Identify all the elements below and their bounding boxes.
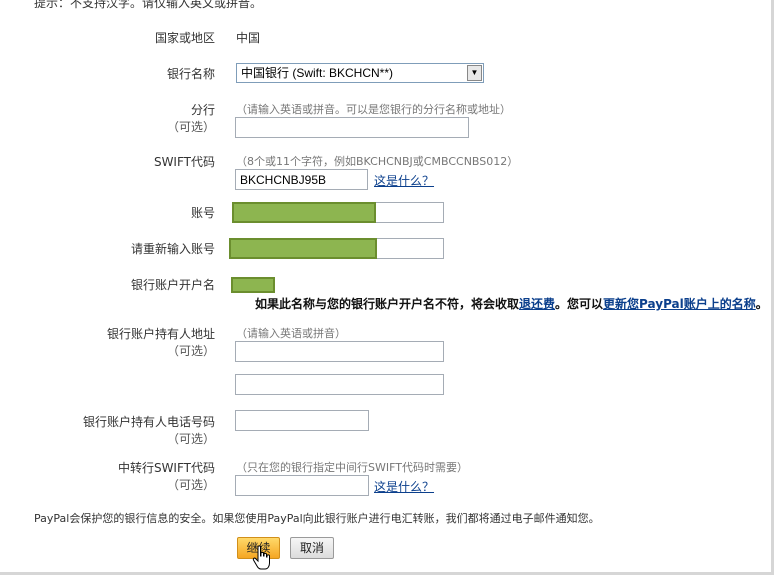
refund-fee-link[interactable]: 退还费 bbox=[519, 297, 555, 311]
branch-optional-label: （可选） bbox=[166, 120, 215, 134]
branch-hint: （请输入英语或拼音。可以是您银行的分行名称或地址） bbox=[236, 103, 511, 116]
warning-text-1: 如果此名称与您的银行账户开户名不符，将会收取 bbox=[255, 297, 520, 311]
swift-input[interactable] bbox=[235, 169, 368, 190]
branch-input[interactable] bbox=[235, 117, 469, 138]
intermediary-swift-hint: （只在您的银行指定中间行SWIFT代码时需要） bbox=[236, 461, 468, 474]
holder-address-line2-input[interactable] bbox=[235, 374, 444, 395]
hand-pointer-icon bbox=[252, 545, 270, 570]
holder-address-hint: （请输入英语或拼音） bbox=[236, 327, 346, 340]
bank-name-selected-value: 中国银行 (Swift: BKCHCN**) bbox=[241, 66, 394, 80]
branch-label: 分行 bbox=[190, 103, 215, 117]
country-label: 国家或地区 bbox=[154, 31, 215, 45]
holder-name-redaction bbox=[231, 277, 275, 293]
holder-phone-label: 银行账户持有人电话号码 bbox=[82, 415, 215, 429]
holder-address-optional-label: （可选） bbox=[166, 344, 215, 358]
security-note: PayPal会保护您的银行信息的安全。如果您使用PayPal向此银行账户进行电汇… bbox=[34, 512, 600, 525]
bank-name-select[interactable]: 中国银行 (Swift: BKCHCN**) ▼ bbox=[236, 63, 484, 83]
account-confirm-label: 请重新输入账号 bbox=[130, 242, 215, 256]
warning-text-3: 。 bbox=[755, 297, 768, 311]
intermediary-swift-input[interactable] bbox=[235, 475, 369, 496]
holder-name-warning: 如果此名称与您的银行账户开户名不符，将会收取退还费。您可以更新您PayPal账户… bbox=[255, 295, 768, 312]
chevron-down-icon[interactable]: ▼ bbox=[467, 65, 482, 81]
cancel-button[interactable]: 取消 bbox=[290, 537, 334, 559]
intermediary-swift-label: 中转行SWIFT代码 bbox=[117, 461, 215, 475]
intermediary-swift-optional-label: （可选） bbox=[166, 478, 215, 492]
holder-address-line1-input[interactable] bbox=[235, 341, 444, 362]
notice-text: 提示：不支持汉字。请仅输入英文或拼音。 bbox=[34, 0, 263, 10]
account-label: 账号 bbox=[190, 206, 215, 220]
account-redaction bbox=[232, 202, 376, 223]
bank-name-label: 银行名称 bbox=[166, 67, 215, 81]
swift-label: SWIFT代码 bbox=[153, 155, 215, 169]
account-confirm-redaction bbox=[229, 238, 377, 259]
country-value: 中国 bbox=[236, 31, 261, 45]
holder-phone-input[interactable] bbox=[235, 410, 369, 431]
holder-name-label: 银行账户开户名 bbox=[130, 278, 215, 292]
warning-text-2: 。您可以 bbox=[555, 297, 604, 311]
swift-help-link[interactable]: 这是什么？ bbox=[374, 172, 434, 189]
update-name-link[interactable]: 更新您PayPal账户上的名称 bbox=[603, 297, 756, 311]
holder-address-label: 银行账户持有人地址 bbox=[106, 327, 215, 341]
holder-phone-optional-label: （可选） bbox=[166, 432, 215, 446]
intermediary-swift-help-link[interactable]: 这是什么？ bbox=[374, 478, 434, 495]
swift-hint: （8个或11个字符，例如BKCHCNBJ或CMBCCNBS012） bbox=[236, 155, 519, 168]
